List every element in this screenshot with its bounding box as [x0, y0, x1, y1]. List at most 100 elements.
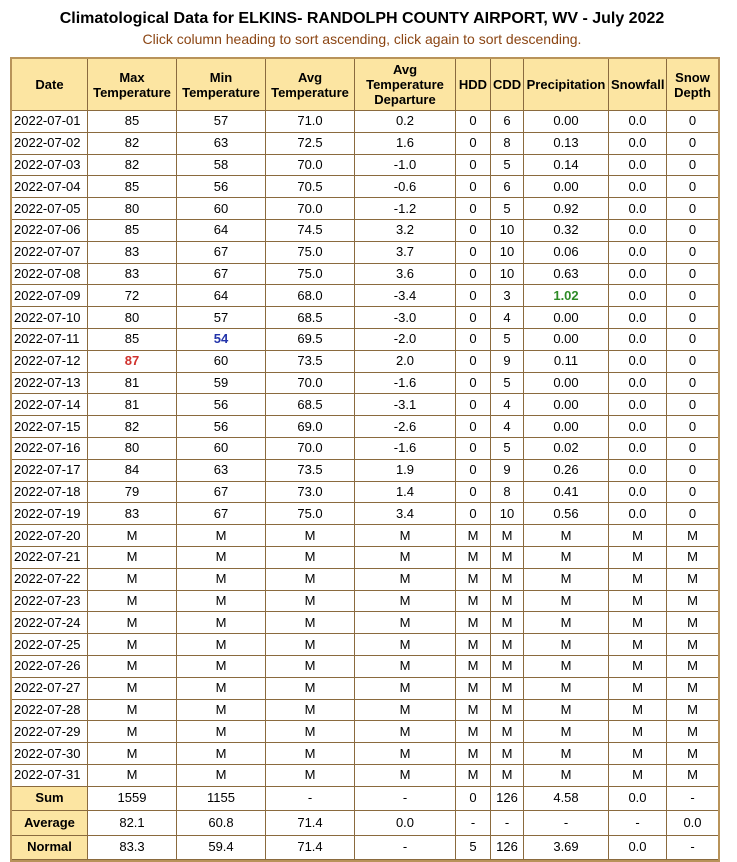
summary-cdd: 126: [491, 786, 524, 812]
table-summary: Sum 1559 1155- -0 126 4.58 0.0- Average 82.1 60.8…: [12, 786, 718, 861]
table-row: 2022-07-03 82 58 70.0 -1.0 0 5 0.14 0.0 0: [12, 154, 718, 177]
cell-cdd: M: [491, 590, 524, 613]
summary-cdd: -: [491, 811, 524, 836]
cell-snow-depth: 0: [667, 285, 718, 308]
cell-max-temp: M: [88, 743, 177, 765]
cell-date: 2022-07-15: [12, 416, 88, 438]
cell-hdd: 0: [456, 154, 491, 177]
cell-cdd: M: [491, 655, 524, 678]
cell-min-temp: 59: [177, 372, 266, 395]
table-row: 2022-07-18 79 67 73.0 1.4 0 8 0.41 0.0 0: [12, 481, 718, 504]
cell-avg-temp: M: [266, 634, 355, 656]
cell-snowfall: 0.0: [609, 154, 667, 177]
cell-max-temp: 83: [88, 503, 177, 526]
column-header-hdd[interactable]: HDD: [456, 59, 491, 111]
table-row: 2022-07-09 72 64 68.0 -3.4 0 3 1.02 0.0 0: [12, 285, 718, 308]
page-title: Climatological Data for ELKINS- RANDOLPH…: [59, 10, 665, 27]
table-row: 2022-07-12 87 60 73.5 2.0 0 9 0.11 0.0 0: [12, 350, 718, 373]
cell-departure: M: [355, 525, 456, 547]
cell-avg-temp: 75.0: [266, 241, 355, 264]
cell-max-temp: M: [88, 546, 177, 569]
cell-avg-temp: 74.5: [266, 219, 355, 242]
column-header-cdd[interactable]: CDD: [491, 59, 524, 111]
cell-snow-depth: 0: [667, 155, 718, 177]
cell-departure: -1.6: [355, 437, 456, 460]
summary-label: Average: [12, 811, 88, 836]
cell-date: 2022-07-06: [12, 219, 88, 242]
cell-min-temp: 67: [177, 481, 266, 504]
table-row: 2022-07-15 82 56 69.0 -2.6 0 4 0.00 0.0 0: [12, 416, 718, 438]
cell-min-temp: M: [177, 590, 266, 613]
cell-min-temp: M: [177, 699, 266, 722]
cell-cdd: 4: [491, 307, 524, 329]
cell-departure: -2.6: [355, 416, 456, 438]
cell-precip: 0.14: [524, 154, 609, 177]
cell-departure: -3.4: [355, 285, 456, 308]
cell-avg-temp: 69.5: [266, 328, 355, 351]
column-header-max-temp[interactable]: Max Temperature: [88, 59, 177, 111]
column-header-departure[interactable]: Avg Temperature Departure: [355, 59, 456, 111]
cell-hdd: 0: [456, 372, 491, 395]
column-header-precip[interactable]: Precipitation: [524, 59, 609, 111]
cell-cdd: M: [491, 525, 524, 547]
cell-avg-temp: M: [266, 525, 355, 547]
summary-snow-depth: 0.0: [667, 811, 718, 836]
cell-snow-depth: M: [667, 743, 718, 765]
table-row: 2022-07-28 M M M M M M M M M: [12, 699, 718, 722]
cell-avg-temp: M: [266, 612, 355, 635]
cell-min-temp: M: [177, 612, 266, 635]
cell-precip: 0.02: [524, 437, 609, 460]
cell-snowfall: 0.0: [609, 350, 667, 373]
cell-min-temp: 57: [177, 111, 266, 133]
column-header-avg-temp[interactable]: Avg Temperature: [266, 59, 355, 111]
cell-snowfall: 0.0: [609, 111, 667, 133]
cell-snow-depth: M: [667, 700, 718, 722]
cell-departure: M: [355, 590, 456, 613]
cell-cdd: M: [491, 699, 524, 722]
cell-date: 2022-07-01: [12, 111, 88, 133]
cell-max-temp: M: [88, 677, 177, 700]
cell-snow-depth: 0: [667, 176, 718, 199]
cell-snowfall: M: [609, 743, 667, 765]
cell-date: 2022-07-19: [12, 503, 88, 526]
cell-snowfall: 0.0: [609, 198, 667, 220]
cell-snow-depth: 0: [667, 482, 718, 504]
cell-precip: 0.00: [524, 176, 609, 199]
cell-hdd: M: [456, 721, 491, 744]
column-header-min-temp[interactable]: Min Temperature: [177, 59, 266, 111]
cell-departure: M: [355, 764, 456, 787]
column-header-snowfall[interactable]: Snowfall: [609, 59, 667, 111]
table-row: 2022-07-26 M M M M M M M M M: [12, 655, 718, 678]
cell-precip: M: [524, 721, 609, 744]
cell-avg-temp: M: [266, 677, 355, 700]
summary-snowfall: 0.0: [609, 786, 667, 812]
cell-date: 2022-07-03: [12, 154, 88, 177]
cell-max-temp: M: [88, 764, 177, 787]
cell-snowfall: M: [609, 699, 667, 722]
cell-date: 2022-07-22: [12, 568, 88, 591]
cell-min-temp: 64: [177, 219, 266, 242]
table-row: 2022-07-06 85 64 74.5 3.2 0 10 0.32 0.0 0: [12, 219, 718, 242]
cell-max-temp: 80: [88, 437, 177, 460]
column-header-snow-depth[interactable]: Snow Depth: [667, 59, 718, 111]
cell-min-temp: 58: [177, 154, 266, 177]
cell-hdd: 0: [456, 481, 491, 504]
summary-snowfall: -: [609, 811, 667, 836]
cell-snowfall: 0.0: [609, 503, 667, 526]
cell-precip: 0.00: [524, 416, 609, 438]
cell-cdd: 5: [491, 372, 524, 395]
cell-min-temp: 64: [177, 285, 266, 308]
cell-hdd: M: [456, 568, 491, 591]
cell-snowfall: 0.0: [609, 481, 667, 504]
summary-hdd: 0: [456, 786, 491, 812]
cell-snow-depth: 0: [667, 438, 718, 460]
cell-snow-depth: M: [667, 547, 718, 569]
table-header: Date Max Temperature Min Temperature Avg Te…: [12, 59, 718, 111]
cell-min-temp: M: [177, 634, 266, 656]
cell-cdd: M: [491, 721, 524, 744]
cell-snowfall: M: [609, 612, 667, 635]
column-header-date[interactable]: Date: [12, 59, 88, 111]
table-row: 2022-07-11 85 54 69.5 -2.0 0 5 0.00 0.0 0: [12, 328, 718, 351]
cell-hdd: M: [456, 677, 491, 700]
cell-hdd: 0: [456, 285, 491, 308]
